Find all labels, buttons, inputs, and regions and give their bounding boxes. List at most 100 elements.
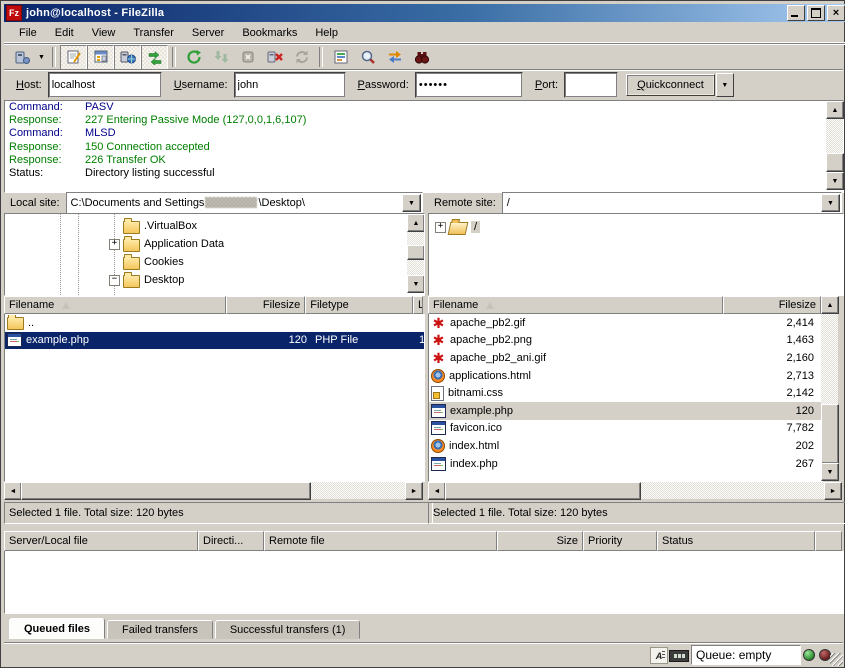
- column-remote-file[interactable]: Remote file: [264, 531, 497, 551]
- directory-comparison-icon[interactable]: [354, 45, 381, 70]
- speed-limits-icon[interactable]: [669, 650, 689, 662]
- queue-tab[interactable]: Queued files: [9, 618, 105, 639]
- quickconnect-button[interactable]: Quickconnect: [626, 74, 715, 96]
- tree-item[interactable]: − Desktop: [109, 271, 424, 289]
- tree-item[interactable]: + /: [429, 214, 843, 236]
- column-filename[interactable]: Filename: [4, 296, 226, 314]
- menu-item[interactable]: Bookmarks: [233, 25, 306, 41]
- file-row[interactable]: example.php 120 PHP File 1: [5, 332, 424, 350]
- toggle-remote-tree-icon[interactable]: [114, 45, 141, 70]
- menu-item[interactable]: Server: [183, 25, 233, 41]
- column-size[interactable]: Size: [497, 531, 583, 551]
- title-bar[interactable]: Fz john@localhost - FileZilla ×: [4, 4, 845, 22]
- queue-tab[interactable]: Failed transfers: [107, 620, 213, 639]
- local-hscrollbar[interactable]: ◄ ►: [4, 482, 423, 499]
- reconnect-icon[interactable]: [288, 45, 315, 70]
- tree-item[interactable]: + Application Data: [109, 235, 424, 253]
- log-scrollbar[interactable]: ▲ ▼: [826, 101, 843, 190]
- remote-vscrollbar[interactable]: ▲ ▼: [821, 296, 838, 481]
- process-queue-icon[interactable]: [207, 45, 234, 70]
- column-direction[interactable]: Directi...: [198, 531, 264, 551]
- queue-tab[interactable]: Successful transfers (1): [215, 620, 361, 639]
- menu-item[interactable]: View: [83, 25, 125, 41]
- file-row[interactable]: example.php 120: [429, 402, 822, 420]
- scroll-left-icon[interactable]: ◄: [4, 482, 22, 500]
- synchronized-browsing-icon[interactable]: [381, 45, 408, 70]
- file-row[interactable]: apache_pb2.gif 2,414: [429, 314, 822, 332]
- scroll-thumb[interactable]: [407, 245, 425, 260]
- scroll-right-icon[interactable]: ►: [824, 482, 842, 500]
- file-row[interactable]: applications.html 2,713: [429, 367, 822, 385]
- toggle-queue-icon[interactable]: [141, 45, 168, 70]
- column-server-local-file[interactable]: Server/Local file: [4, 531, 198, 551]
- file-name: index.html: [449, 440, 499, 452]
- tree-item[interactable]: .VirtualBox: [109, 217, 424, 235]
- combo-dropdown-icon[interactable]: ▼: [402, 194, 421, 212]
- scroll-thumb[interactable]: [826, 153, 844, 172]
- scroll-down-icon[interactable]: ▼: [407, 275, 425, 293]
- toggle-local-tree-icon[interactable]: [87, 45, 114, 70]
- tree-expander-icon[interactable]: −: [109, 275, 120, 286]
- file-row[interactable]: apache_pb2.png 1,463: [429, 332, 822, 350]
- log-row-text: Directory listing successful: [85, 167, 215, 180]
- local-site-combo[interactable]: C:\Documents and Settings\Desktop\ ▼: [66, 192, 423, 214]
- quickconnect-bar: Host: Username: Password: Port: Quickcon…: [4, 69, 843, 100]
- remote-site-combo[interactable]: / ▼: [502, 192, 842, 214]
- column-filetype[interactable]: Filetype: [305, 296, 413, 314]
- refresh-icon[interactable]: [180, 45, 207, 70]
- scroll-thumb[interactable]: [445, 482, 641, 500]
- column-filename[interactable]: Filename: [428, 296, 723, 314]
- site-manager-dropdown[interactable]: ▼: [35, 46, 48, 69]
- menu-item[interactable]: Transfer: [124, 25, 183, 41]
- disconnect-icon[interactable]: [261, 45, 288, 70]
- file-row[interactable]: index.php 267: [429, 455, 822, 473]
- scroll-right-icon[interactable]: ►: [405, 482, 423, 500]
- scroll-thumb[interactable]: [821, 404, 839, 464]
- maximize-button[interactable]: [807, 5, 825, 21]
- file-row[interactable]: bitnami.css 2,142: [429, 384, 822, 402]
- column-priority[interactable]: Priority: [583, 531, 657, 551]
- toggle-message-log-icon[interactable]: [60, 45, 87, 70]
- combo-dropdown-icon[interactable]: ▼: [821, 194, 840, 212]
- menu-item[interactable]: Help: [306, 25, 347, 41]
- menu-item[interactable]: File: [10, 25, 46, 41]
- scroll-down-icon[interactable]: ▼: [826, 172, 844, 190]
- file-row[interactable]: index.html 202: [429, 437, 822, 455]
- host-input[interactable]: [48, 72, 162, 98]
- tree-item[interactable]: Cookies: [109, 253, 424, 271]
- username-input[interactable]: [234, 72, 346, 98]
- tree-expander-icon[interactable]: +: [435, 222, 446, 233]
- scroll-up-icon[interactable]: ▲: [407, 214, 425, 232]
- file-row[interactable]: apache_pb2_ani.gif 2,160: [429, 349, 822, 367]
- password-input[interactable]: [415, 72, 523, 98]
- port-input[interactable]: [564, 72, 618, 98]
- menu-item[interactable]: Edit: [46, 25, 83, 41]
- scroll-up-icon[interactable]: ▲: [821, 296, 839, 314]
- scroll-down-icon[interactable]: ▼: [821, 463, 839, 481]
- column-lastmodified[interactable]: L: [413, 296, 423, 314]
- log-row: Response: 150 Connection accepted: [5, 141, 843, 154]
- tree-expander-icon[interactable]: +: [109, 239, 120, 250]
- find-files-icon[interactable]: [408, 45, 435, 70]
- resize-grip[interactable]: [830, 653, 843, 666]
- close-button[interactable]: ×: [827, 5, 845, 21]
- minimize-button[interactable]: [787, 5, 805, 21]
- column-status[interactable]: Status: [657, 531, 815, 551]
- local-tree-scrollbar[interactable]: ▲ ▼: [407, 214, 424, 293]
- filter-icon[interactable]: [327, 45, 354, 70]
- file-row[interactable]: favicon.ico 7,782: [429, 420, 822, 438]
- file-row[interactable]: ..: [5, 314, 424, 332]
- column-filesize[interactable]: Filesize: [226, 296, 305, 314]
- file-size: 202: [718, 440, 822, 452]
- scroll-left-icon[interactable]: ◄: [428, 482, 446, 500]
- cancel-icon[interactable]: [234, 45, 261, 70]
- scroll-up-icon[interactable]: ▲: [826, 101, 844, 119]
- column-filesize[interactable]: Filesize: [723, 296, 821, 314]
- remote-hscrollbar[interactable]: ◄ ►: [428, 482, 842, 499]
- scroll-thumb[interactable]: [21, 482, 311, 500]
- ascii-data-type-icon[interactable]: A: [650, 647, 668, 664]
- quickconnect-dropdown[interactable]: ▼: [716, 73, 734, 97]
- site-manager-icon[interactable]: [8, 45, 35, 70]
- filezilla-logo-icon: Fz: [6, 5, 22, 21]
- toolbar-separator: [52, 47, 56, 67]
